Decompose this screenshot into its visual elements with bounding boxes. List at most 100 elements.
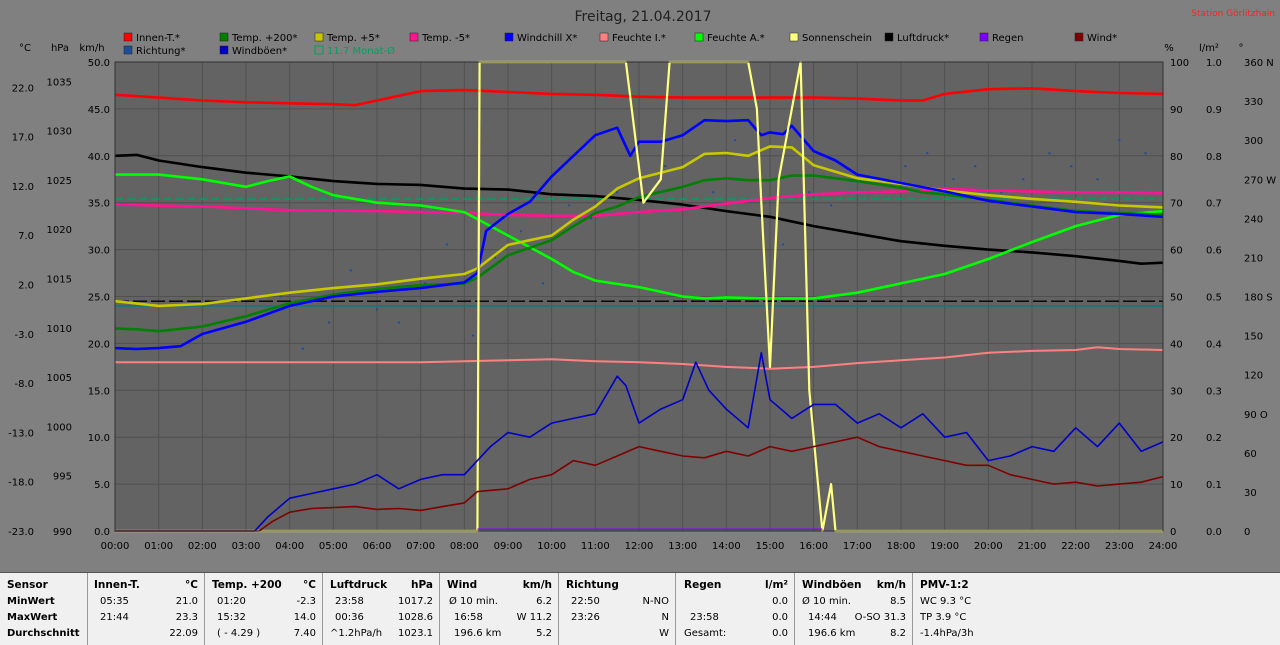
y-tick-celsius: 22.0 bbox=[12, 83, 34, 94]
legend-label: Temp. +200* bbox=[231, 33, 297, 44]
x-tick-label: 09:00 bbox=[494, 541, 523, 552]
stat-time: Ø 10 min. bbox=[449, 596, 498, 607]
y-tick-kmh: 5.0 bbox=[94, 480, 110, 491]
x-tick-label: 14:00 bbox=[712, 541, 741, 552]
stat-header: Luftdruck bbox=[330, 579, 388, 591]
y-tick-percent: 10 bbox=[1170, 480, 1183, 491]
legend-swatch bbox=[219, 32, 229, 42]
stat-value: 0.0 bbox=[772, 596, 788, 607]
stat-value: 8.2 bbox=[890, 628, 906, 639]
y-tick-degree: 210 bbox=[1244, 253, 1263, 264]
x-tick-label: 00:00 bbox=[101, 541, 130, 552]
direction-point bbox=[567, 204, 571, 207]
legend-label: Innen-T.* bbox=[136, 33, 180, 44]
y-tick-degree: 120 bbox=[1244, 371, 1263, 382]
stat-time: 15:32 bbox=[217, 612, 246, 623]
direction-point bbox=[808, 191, 811, 194]
stat-col-pmv: PMV-1:2 WC 9.3 °C TP 3.9 °C -1.4hPa/3h bbox=[913, 573, 1280, 645]
y-tick-lm2: 0.5 bbox=[1206, 293, 1222, 304]
y-tick-degree: 180 S bbox=[1244, 293, 1273, 304]
stat-unit: °C bbox=[185, 579, 198, 591]
direction-point bbox=[733, 138, 737, 142]
legend-swatch bbox=[219, 45, 229, 55]
y-tick-lm2: 0.2 bbox=[1206, 433, 1222, 444]
y-tick-hpa: 990 bbox=[53, 527, 72, 538]
direction-point bbox=[1144, 151, 1147, 155]
y-tick-kmh: 0.0 bbox=[94, 527, 110, 538]
x-tick-label: 01:00 bbox=[144, 541, 173, 552]
legend-label: Regen bbox=[992, 33, 1024, 44]
direction-point bbox=[664, 165, 667, 168]
stat-time: Ø 10 min. bbox=[802, 596, 851, 607]
y-tick-celsius: -8.0 bbox=[14, 379, 34, 390]
y-tick-percent: 40 bbox=[1170, 339, 1183, 350]
axis-unit-percent: % bbox=[1164, 43, 1174, 54]
y-tick-lm2: 0.8 bbox=[1206, 152, 1222, 163]
y-tick-lm2: 0.4 bbox=[1206, 339, 1222, 350]
y-tick-hpa: 995 bbox=[53, 472, 72, 483]
legend-swatch bbox=[504, 32, 514, 42]
legend-swatch bbox=[314, 32, 324, 42]
weather-chart: Freitag, 21.04.2017 Station Görlitzhain … bbox=[8, 9, 1276, 552]
axis-unit-kmh: km/h bbox=[79, 43, 104, 54]
x-tick-label: 12:00 bbox=[625, 541, 654, 552]
y-tick-percent: 60 bbox=[1170, 246, 1183, 257]
y-tick-percent: 0 bbox=[1170, 527, 1176, 538]
x-tick-label: 05:00 bbox=[319, 541, 348, 552]
x-tick-label: 15:00 bbox=[756, 541, 785, 552]
y-tick-lm2: 0.3 bbox=[1206, 386, 1222, 397]
x-tick-label: 04:00 bbox=[275, 541, 304, 552]
stat-value: 1017.2 bbox=[398, 596, 433, 607]
direction-point bbox=[615, 191, 619, 194]
legend-label: Richtung* bbox=[136, 46, 186, 57]
y-tick-hpa: 1020 bbox=[47, 225, 72, 236]
stat-time: 23:58 bbox=[690, 612, 719, 623]
stat-value: W 11.2 bbox=[516, 612, 552, 623]
stat-col-innen: Innen-T. °C 05:35 21.0 21:44 23.3 22.09 bbox=[88, 573, 205, 645]
y-tick-lm2: 0.1 bbox=[1206, 480, 1222, 491]
y-tick-percent: 70 bbox=[1170, 199, 1183, 210]
row-avg-label: Durchschnitt bbox=[7, 628, 80, 639]
y-tick-kmh: 40.0 bbox=[88, 152, 110, 163]
stat-note: ^1.2hPa/h bbox=[330, 628, 383, 639]
x-tick-label: 19:00 bbox=[930, 541, 959, 552]
direction-point bbox=[1070, 165, 1073, 168]
stat-value: N-NO bbox=[642, 596, 669, 607]
x-tick-label: 17:00 bbox=[843, 541, 872, 552]
x-tick-label: 24:00 bbox=[1149, 541, 1178, 552]
stat-header: Wind bbox=[447, 579, 478, 591]
direction-point bbox=[375, 308, 379, 311]
stat-col-druck: Luftdruck hPa 23:58 1017.2 00:36 1028.6 … bbox=[323, 573, 440, 645]
y-tick-celsius: -3.0 bbox=[14, 330, 34, 341]
x-tick-label: 20:00 bbox=[974, 541, 1003, 552]
x-tick-label: 10:00 bbox=[537, 541, 566, 552]
legend-label: Windböen* bbox=[232, 46, 287, 57]
legend-label: Feuchte I.* bbox=[612, 33, 666, 44]
y-tick-hpa: 1025 bbox=[47, 176, 72, 187]
y-tick-lm2: 0.9 bbox=[1206, 105, 1222, 116]
stat-value: TP 3.9 °C bbox=[920, 612, 967, 623]
stat-value: 0.0 bbox=[772, 628, 788, 639]
y-tick-degree: 300 bbox=[1244, 136, 1263, 147]
x-tick-label: 03:00 bbox=[232, 541, 261, 552]
stat-unit: km/h bbox=[522, 579, 552, 591]
stat-unit: l/m² bbox=[765, 579, 788, 591]
stat-col-boeen: Windböen km/h Ø 10 min. 8.5 14:44 O-SO 3… bbox=[795, 573, 913, 645]
direction-point bbox=[1118, 138, 1121, 142]
direction-point bbox=[904, 165, 907, 168]
stat-time: 23:58 bbox=[335, 596, 364, 607]
legend-swatch bbox=[409, 32, 419, 42]
stat-value: O-SO 31.3 bbox=[854, 612, 906, 623]
legend-label: Sonnenschein bbox=[802, 33, 872, 44]
legend-label: 11.7 Monat-Ø bbox=[327, 45, 395, 57]
x-tick-label: 18:00 bbox=[887, 541, 916, 552]
y-tick-hpa: 1000 bbox=[47, 422, 72, 433]
y-tick-hpa: 1010 bbox=[47, 324, 72, 335]
direction-point bbox=[541, 282, 545, 285]
y-tick-lm2: 0.0 bbox=[1206, 527, 1222, 538]
stat-value: W bbox=[659, 628, 669, 639]
y-tick-kmh: 50.0 bbox=[88, 58, 110, 69]
y-tick-percent: 80 bbox=[1170, 152, 1183, 163]
x-tick-label: 11:00 bbox=[581, 541, 610, 552]
y-tick-kmh: 10.0 bbox=[88, 433, 110, 444]
